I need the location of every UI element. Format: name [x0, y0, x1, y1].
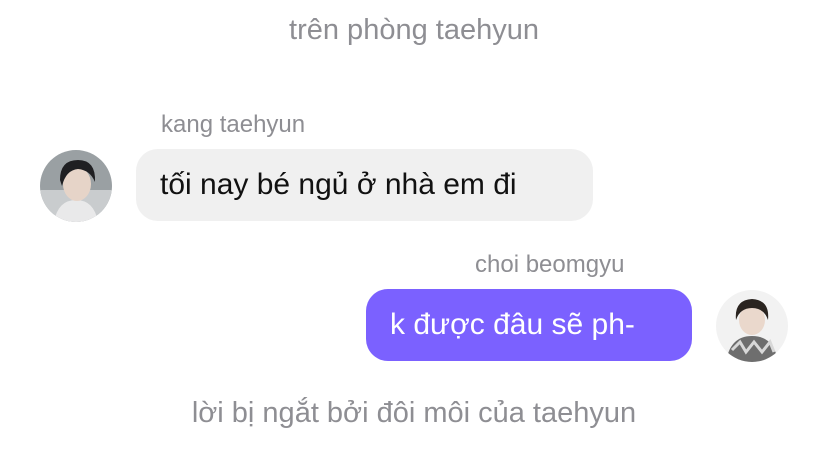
avatar-taehyun[interactable] — [40, 150, 112, 222]
sender-name-taehyun: kang taehyun — [161, 111, 306, 138]
narration-bottom: lời bị ngắt bởi đôi môi của taehyun — [191, 397, 637, 429]
message-bubble-taehyun[interactable]: tối nay bé ngủ ở nhà em đi — [136, 149, 593, 221]
sender-name-beomgyu: choi beomgyu — [475, 251, 625, 278]
message-bubble-beomgyu[interactable]: k được đâu sẽ ph- — [366, 289, 692, 361]
narration-top: trên phòng taehyun — [289, 14, 539, 46]
avatar-beomgyu[interactable] — [716, 290, 788, 362]
